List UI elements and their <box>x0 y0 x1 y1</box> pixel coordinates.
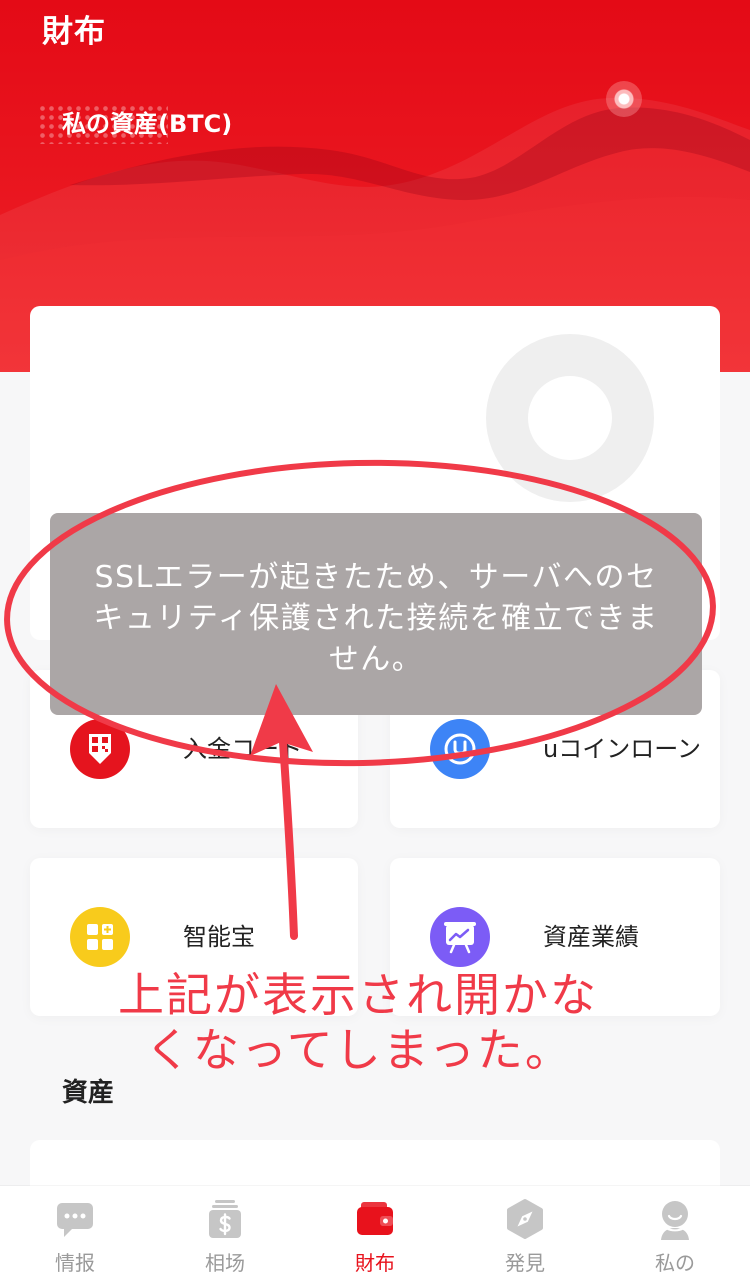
shortcut-label: 入金コード <box>183 735 303 763</box>
page-title: 財布 <box>42 14 106 50</box>
glow-dot <box>606 81 642 117</box>
tab-label: 発見 <box>505 1251 545 1275</box>
tab-wallet[interactable]: 財布 <box>300 1186 450 1279</box>
compass-icon <box>503 1197 547 1241</box>
dollar-icon <box>203 1197 247 1241</box>
message-icon <box>53 1197 97 1241</box>
tab-label: 財布 <box>355 1251 395 1275</box>
toast-message-line: せん。 <box>328 641 424 677</box>
u-coin-icon <box>430 719 490 779</box>
toast-message-line: キュリティ保護された接続を確立できま <box>93 600 659 636</box>
shortcut-label: 資産業績 <box>543 923 639 951</box>
wallet-icon <box>353 1197 397 1241</box>
ring-decoration <box>486 334 654 502</box>
tab-label: 情报 <box>55 1251 95 1275</box>
asset-label: 私の資産(BTC) <box>62 110 233 138</box>
shortcut-label: 智能宝 <box>183 923 255 951</box>
annotation-text: くなってしまった。 <box>145 1023 573 1077</box>
tab-news[interactable]: 情报 <box>0 1186 150 1279</box>
profile-icon <box>653 1197 697 1241</box>
bottom-tab-bar: 情报 相场 財布 発見 私の <box>0 1186 750 1279</box>
annotation-text: 上記が表示され開かな <box>118 968 598 1022</box>
shortcut-label: uコインローン <box>543 735 702 763</box>
tab-label: 私の <box>655 1251 695 1275</box>
tab-market[interactable]: 相场 <box>150 1186 300 1279</box>
tab-discover[interactable]: 発見 <box>450 1186 600 1279</box>
section-title-assets: 資産 <box>62 1078 115 1108</box>
qr-code-icon <box>70 719 130 779</box>
toast-message-line: SSLエラーが起きたため、サーバへのセ <box>94 559 658 595</box>
tab-label: 相场 <box>205 1251 245 1275</box>
tab-profile[interactable]: 私の <box>600 1186 750 1279</box>
chart-board-icon <box>430 907 490 967</box>
grid-icon <box>70 907 130 967</box>
error-toast: SSLエラーが起きたため、サーバへのセ キュリティ保護された接続を確立できま せ… <box>50 513 702 715</box>
